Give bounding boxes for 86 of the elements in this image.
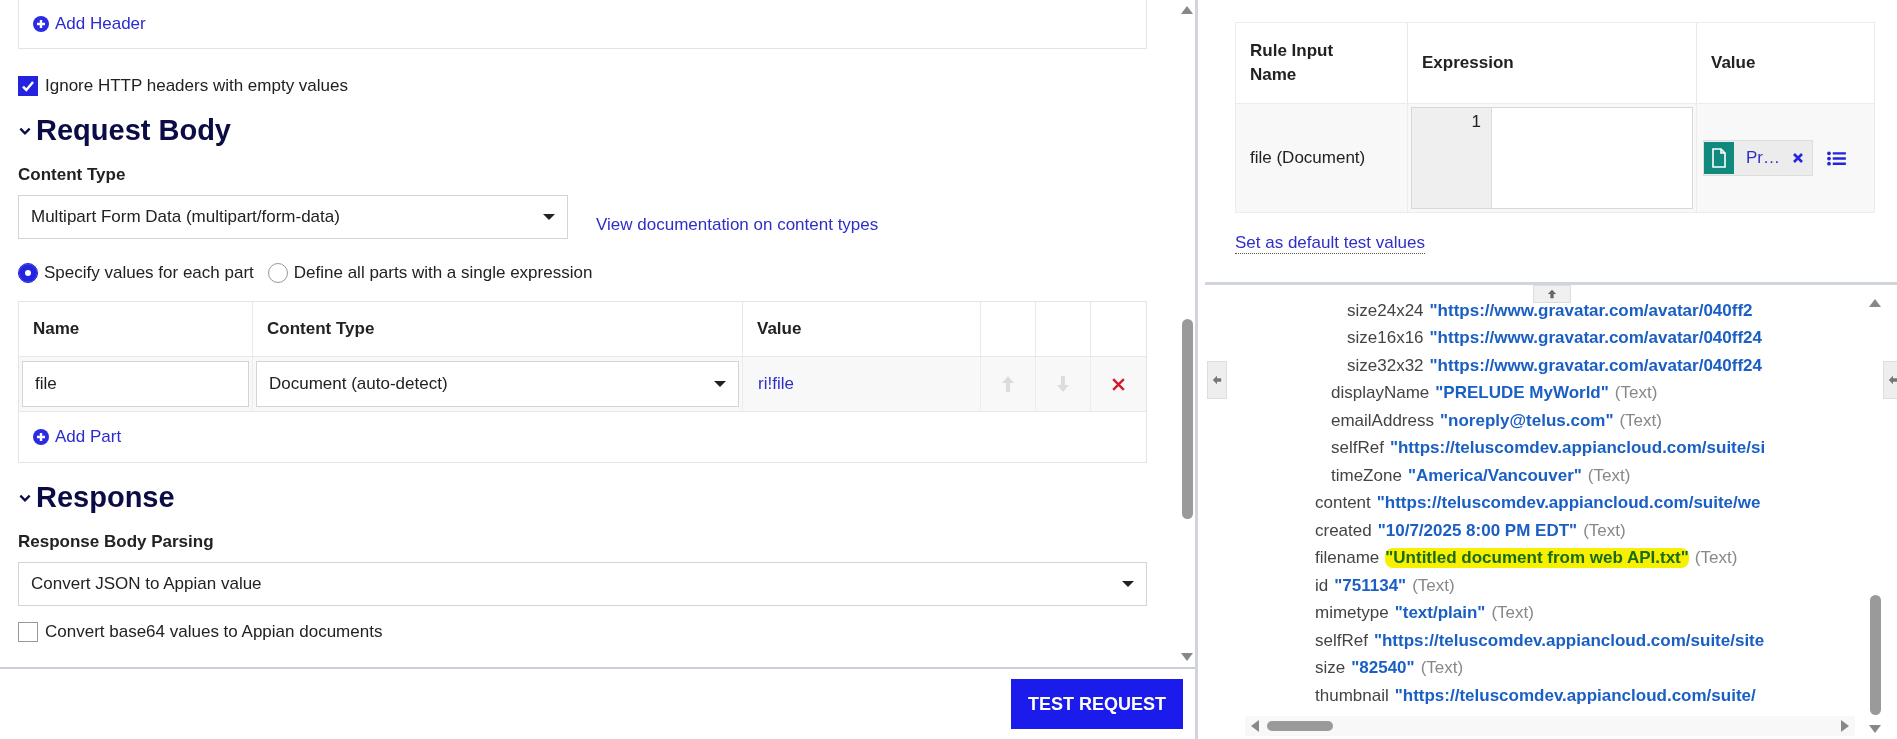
add-header-link[interactable]: Add Header [33, 14, 146, 34]
checkbox[interactable] [18, 622, 38, 642]
field-label: Response Body Parsing [18, 532, 215, 552]
field-key: emailAddress [1331, 410, 1434, 431]
field-key: size [1315, 658, 1346, 679]
caret-icon [714, 381, 726, 387]
plus-icon [33, 16, 49, 32]
field-label: Content Type [18, 165, 127, 185]
test-request-button[interactable]: TEST REQUEST [1011, 679, 1183, 729]
type-label: (Text) [1614, 383, 1658, 404]
parsing-dropdown[interactable]: Convert JSON to Appian value [18, 562, 1147, 606]
up-arrow-icon [1547, 289, 1557, 299]
field-value: "https://teluscomdev.appiancloud.com/suite/ [1394, 685, 1756, 706]
content-type-dropdown[interactable]: Document (auto-detect) [256, 361, 739, 407]
field-value: "82540" [1351, 658, 1415, 679]
checkbox[interactable] [18, 76, 38, 96]
section-title: Response [36, 481, 175, 514]
document-icon [1711, 148, 1727, 168]
column-header: Expression [1408, 23, 1697, 103]
default-values-link[interactable]: Set as default test values [1235, 233, 1425, 254]
documentation-link[interactable]: View documentation on content types [596, 215, 879, 235]
plus-icon [33, 429, 49, 445]
field-key: size24x24 [1347, 300, 1424, 321]
type-label: (Text) [1420, 658, 1464, 679]
field-value: "10/7/2025 8:00 PM EDT" [1377, 520, 1578, 541]
radio-button[interactable] [18, 263, 38, 283]
collapse-button[interactable] [1207, 361, 1227, 399]
column-header: Rule Input Name [1236, 23, 1408, 103]
caret-icon [543, 214, 555, 220]
field-key: timeZone [1331, 465, 1402, 486]
type-label: (Text) [1412, 575, 1455, 596]
add-part-link[interactable]: Add Part [33, 427, 122, 447]
type-label: (Text) [1694, 548, 1738, 569]
checkbox-label: Convert base64 values to Appian documents [45, 622, 383, 642]
field-value: "https://teluscomdev.appiancloud.com/suite/we [1376, 493, 1761, 514]
column-header: Value [1710, 52, 1757, 75]
collapse-button[interactable] [1883, 361, 1897, 399]
field-key: displayName [1331, 383, 1430, 404]
remove-icon[interactable] [1792, 152, 1804, 164]
line-number: 1 [1471, 112, 1481, 131]
left-arrow-icon [1212, 375, 1222, 385]
type-label: (Text) [1491, 603, 1534, 624]
column-header: Content Type [253, 302, 743, 356]
field-key: size16x16 [1347, 328, 1424, 349]
field-key: filename [1315, 548, 1380, 569]
field-value: "https://www.gravatar.com/avatar/040ff24 [1429, 328, 1762, 349]
field-value: "America/Vancouver" [1407, 465, 1582, 486]
expression-editor[interactable]: 1 [1411, 107, 1693, 209]
caret-icon [1122, 581, 1134, 587]
expand-button[interactable] [1533, 285, 1571, 303]
checkbox-label: Ignore HTTP headers with empty values [45, 76, 348, 96]
field-key: selfRef [1315, 630, 1368, 651]
field-value: "https://teluscomdev.appiancloud.com/suite/si [1389, 438, 1766, 459]
field-key: mimetype [1315, 603, 1389, 624]
radio-label: Define all parts with a single expression [293, 263, 593, 283]
field-value: "text/plain" [1394, 603, 1486, 624]
type-label: (Text) [1619, 410, 1662, 431]
field-key: content [1315, 493, 1371, 514]
type-label: (Text) [1587, 465, 1631, 486]
field-value: "751134" [1334, 575, 1407, 596]
column-header: Name [19, 302, 253, 356]
field-key: size32x32 [1347, 355, 1424, 376]
section-title: Request Body [36, 114, 231, 147]
content-type-dropdown[interactable]: Multipart Form Data (multipart/form-data) [18, 195, 568, 239]
field-key: id [1315, 575, 1329, 596]
radio-label: Specify values for each part [44, 263, 254, 283]
type-label: (Text) [1583, 520, 1626, 541]
field-value: "https://www.gravatar.com/avatar/040ff2 [1429, 300, 1753, 321]
list-icon[interactable] [1827, 150, 1846, 166]
field-value: "PRELUDE MyWorld" [1435, 383, 1609, 404]
field-value: "https://teluscomdev.appiancloud.com/suite/site [1373, 630, 1765, 651]
rule-input-name: file (Document) [1250, 148, 1366, 168]
field-key: thumbnail [1315, 685, 1389, 706]
column-header: Value [743, 302, 981, 356]
field-key: created [1315, 520, 1372, 541]
field-key: selfRef [1331, 438, 1384, 459]
document-chip[interactable]: Pr… [1703, 140, 1813, 176]
horizontal-scrollbar[interactable] [1245, 715, 1855, 736]
field-value: "noreply@telus.com" [1440, 410, 1614, 431]
field-value: "Untitled document from web API.txt" [1385, 548, 1689, 569]
field-value: "https://www.gravatar.com/avatar/040ff24 [1429, 355, 1762, 376]
left-arrow-icon [1888, 375, 1897, 385]
name-input[interactable]: file [22, 361, 249, 407]
delete-icon[interactable] [1111, 376, 1126, 392]
radio-button[interactable] [267, 263, 288, 283]
value-link[interactable]: ri!file [746, 374, 794, 394]
